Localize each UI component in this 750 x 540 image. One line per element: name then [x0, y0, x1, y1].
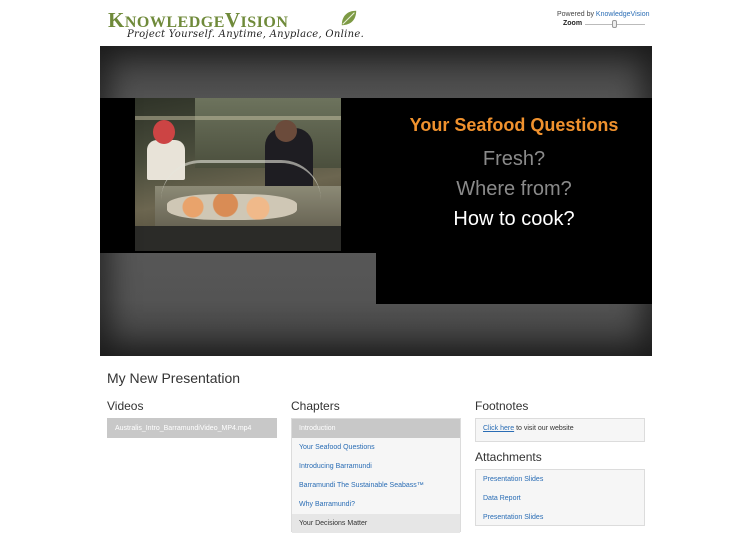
slide-line-current: How to cook?	[453, 208, 575, 230]
videos-heading: Videos	[107, 399, 144, 413]
footnotes-panel: Click here to visit our website	[475, 418, 645, 442]
chapter-item[interactable]: Your Seafood Questions	[292, 438, 460, 457]
attachment-item[interactable]: Data Report	[476, 489, 644, 508]
website-link[interactable]: Click here	[483, 425, 514, 432]
presentation-player: Your Seafood Questions Fresh? Where from…	[100, 46, 652, 356]
knowledgevision-link[interactable]: KnowledgeVision	[596, 11, 650, 18]
footnote-text: Click here to visit our website	[476, 419, 644, 438]
slide-panel: Your Seafood Questions Fresh? Where from…	[376, 98, 652, 304]
video-frame[interactable]	[135, 98, 341, 251]
leaf-icon	[341, 10, 357, 26]
videos-list: Australis_Intro_BarramundiVideo_MP4.mp4	[107, 418, 277, 438]
presentation-title: My New Presentation	[107, 370, 241, 386]
zoom-slider-thumb[interactable]	[612, 20, 617, 28]
knowledgevision-logo: KNOWLEDGEVISION Project Yourself. Anytim…	[108, 8, 368, 42]
slide-line: Fresh?	[482, 148, 546, 170]
attachments-heading: Attachments	[475, 450, 542, 464]
chapter-item[interactable]: Why Barramundi?	[292, 495, 460, 514]
chapter-item[interactable]: Introducing Barramundi	[292, 457, 460, 476]
video-item[interactable]: Australis_Intro_BarramundiVideo_MP4.mp4	[108, 419, 276, 438]
video-chef-hat	[153, 120, 175, 144]
chapters-heading: Chapters	[291, 399, 340, 413]
chapters-list: Introduction Your Seafood Questions Intr…	[291, 418, 461, 533]
attachment-item[interactable]: Presentation Slides	[476, 470, 644, 489]
footnote-rest: to visit our website	[514, 425, 574, 432]
attachment-item[interactable]: Presentation Slides	[476, 508, 644, 527]
video-seafood	[167, 194, 297, 220]
slide-title: Your Seafood Questions	[409, 115, 619, 135]
slide-line: Where from?	[456, 178, 572, 200]
video-counter	[135, 226, 341, 251]
logo-tagline: Project Yourself. Anytime, Anyplace, Onl…	[127, 29, 365, 40]
zoom-control: Zoom	[563, 20, 645, 30]
attachments-list: Presentation Slides Data Report Presenta…	[475, 469, 645, 526]
chapter-item-active[interactable]: Introduction	[292, 419, 460, 438]
video-customer-head	[275, 120, 297, 142]
chapter-item[interactable]: Barramundi The Sustainable Seabass™	[292, 476, 460, 495]
powered-by: Powered by KnowledgeVision	[557, 11, 650, 18]
footnotes-heading: Footnotes	[475, 399, 529, 413]
zoom-label: Zoom	[563, 20, 583, 27]
powered-by-label: Powered by	[557, 11, 594, 18]
chapter-item-hover[interactable]: Your Decisions Matter	[292, 514, 460, 533]
